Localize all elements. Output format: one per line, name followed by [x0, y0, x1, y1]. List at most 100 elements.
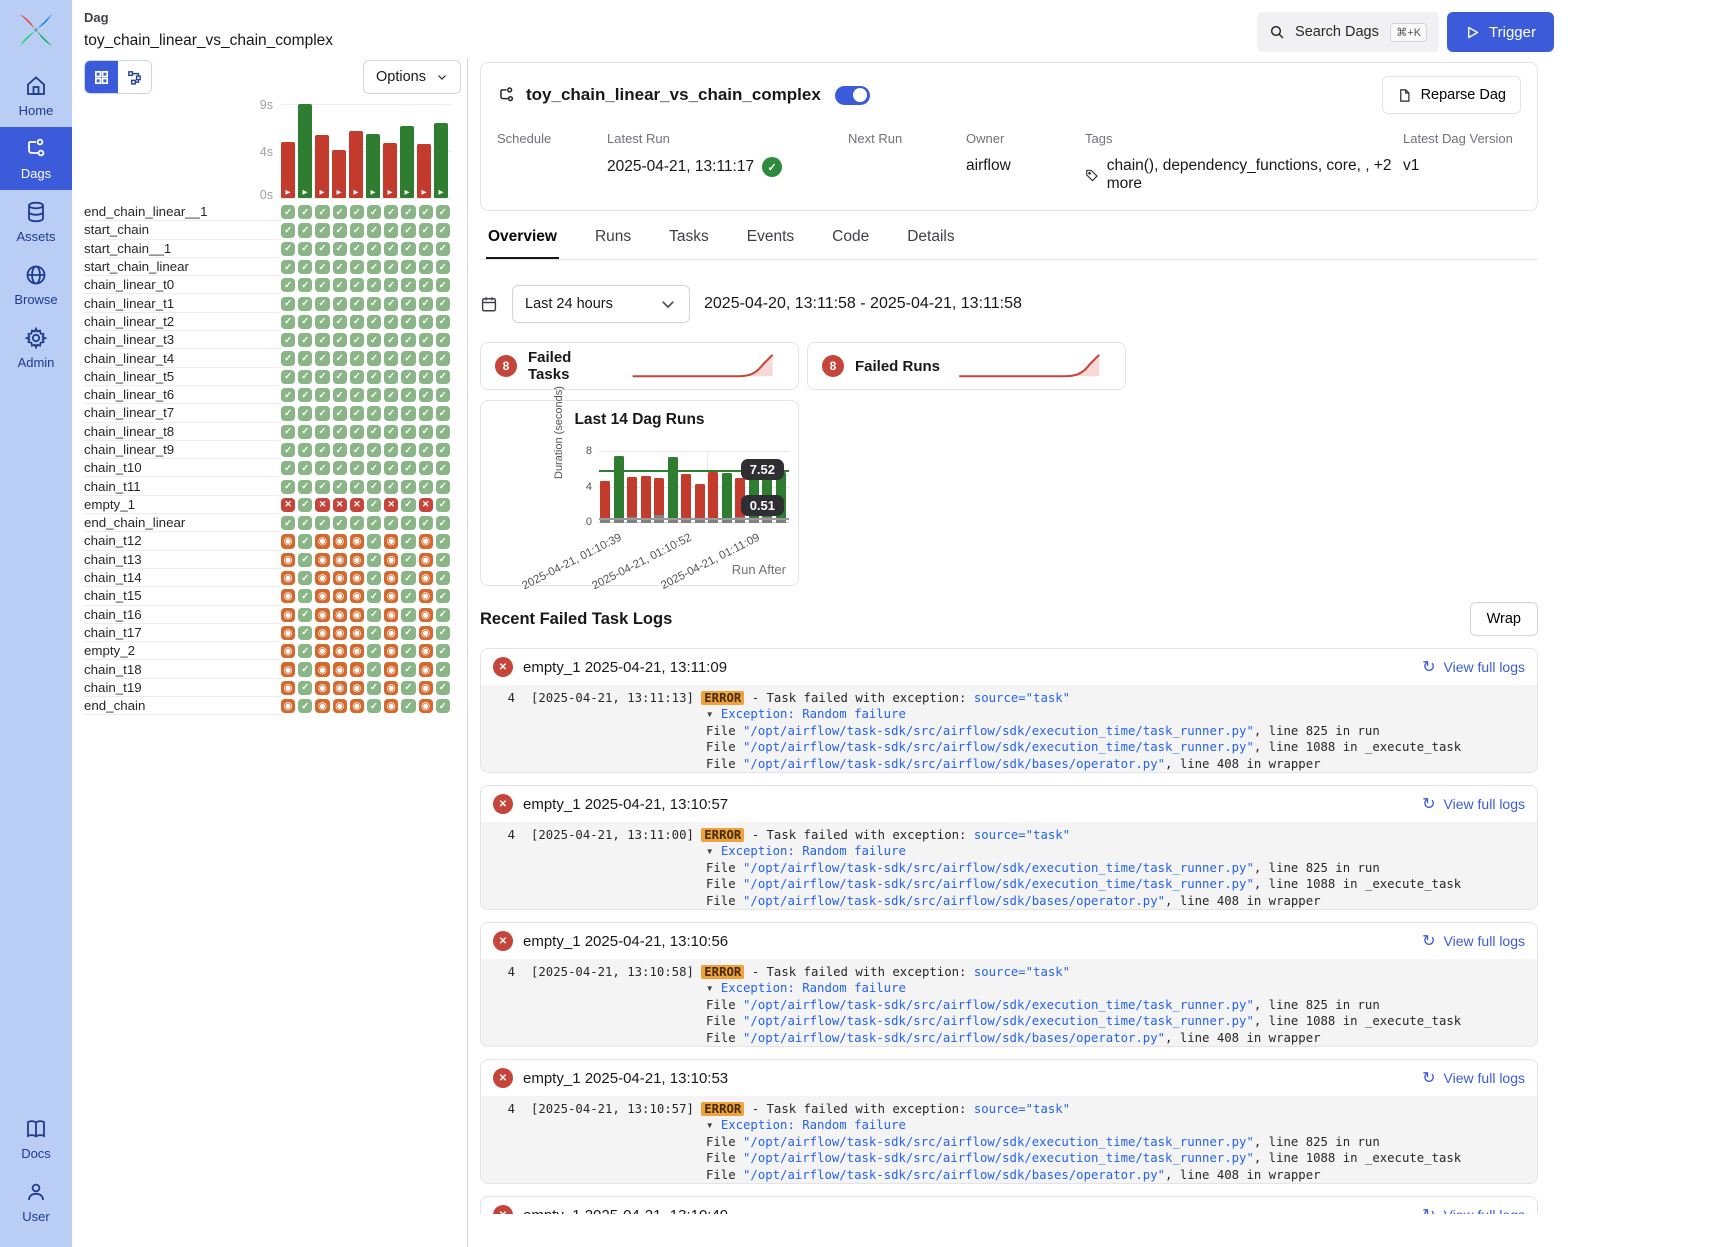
success-status-square[interactable]: ✓	[436, 223, 450, 237]
success-status-square[interactable]: ✓	[367, 278, 381, 292]
file-path-link[interactable]: "/opt/airflow/task-sdk/src/airflow/sdk/e…	[743, 877, 1254, 891]
success-status-square[interactable]: ✓	[367, 626, 381, 640]
success-status-square[interactable]: ✓	[384, 480, 398, 494]
success-status-square[interactable]: ✓	[384, 333, 398, 347]
success-status-square[interactable]: ✓	[350, 461, 364, 475]
task-name[interactable]: end_chain	[84, 697, 281, 715]
success-status-square[interactable]: ✓	[315, 443, 329, 457]
success-status-square[interactable]: ✓	[436, 662, 450, 676]
success-status-square[interactable]: ✓	[281, 370, 295, 384]
success-status-square[interactable]: ✓	[436, 315, 450, 329]
success-status-square[interactable]: ✓	[384, 315, 398, 329]
sidebar-item-home[interactable]: Home	[0, 64, 72, 127]
run-duration-bar[interactable]: ▶	[366, 134, 380, 198]
success-status-square[interactable]: ✓	[298, 589, 312, 603]
task-name[interactable]: chain_linear_t3	[84, 331, 281, 349]
success-status-square[interactable]: ✓	[419, 351, 433, 365]
task-name[interactable]: chain_linear_t8	[84, 423, 281, 441]
success-status-square[interactable]: ✓	[401, 498, 415, 512]
failed-runs-card[interactable]: 8 Failed Runs	[807, 342, 1126, 390]
sidebar-item-user[interactable]: User	[0, 1170, 72, 1233]
log-source-link[interactable]: source="task"	[974, 828, 1070, 842]
failed-status-square[interactable]: ✕	[350, 498, 364, 512]
tab-overview[interactable]: Overview	[486, 219, 559, 259]
success-status-square[interactable]: ✓	[401, 516, 415, 530]
success-status-square[interactable]: ✓	[367, 498, 381, 512]
success-status-square[interactable]: ✓	[384, 461, 398, 475]
success-status-square[interactable]: ✓	[315, 516, 329, 530]
success-status-square[interactable]: ✓	[350, 388, 364, 402]
success-status-square[interactable]: ✓	[401, 223, 415, 237]
success-status-square[interactable]: ✓	[298, 461, 312, 475]
success-status-square[interactable]: ✓	[333, 205, 347, 219]
upstream-failed-status-square[interactable]: ◉	[384, 626, 398, 640]
upstream-failed-status-square[interactable]: ◉	[333, 662, 347, 676]
success-status-square[interactable]: ✓	[436, 351, 450, 365]
dag-run-bar[interactable]	[614, 456, 624, 523]
success-status-square[interactable]: ✓	[298, 681, 312, 695]
success-status-square[interactable]: ✓	[401, 699, 415, 713]
sidebar-item-docs[interactable]: Docs	[0, 1107, 72, 1170]
success-status-square[interactable]: ✓	[333, 351, 347, 365]
success-status-square[interactable]: ✓	[436, 242, 450, 256]
upstream-failed-status-square[interactable]: ◉	[384, 534, 398, 548]
success-status-square[interactable]: ✓	[436, 608, 450, 622]
task-name[interactable]: chain_t12	[84, 532, 281, 550]
upstream-failed-status-square[interactable]: ◉	[350, 571, 364, 585]
sidebar-item-assets[interactable]: Assets	[0, 190, 72, 253]
success-status-square[interactable]: ✓	[367, 480, 381, 494]
upstream-failed-status-square[interactable]: ◉	[384, 608, 398, 622]
success-status-square[interactable]: ✓	[367, 297, 381, 311]
success-status-square[interactable]: ✓	[281, 461, 295, 475]
success-status-square[interactable]: ✓	[350, 516, 364, 530]
success-status-square[interactable]: ✓	[367, 553, 381, 567]
success-status-square[interactable]: ✓	[315, 351, 329, 365]
task-name[interactable]: end_chain_linear	[84, 514, 281, 532]
success-status-square[interactable]: ✓	[333, 315, 347, 329]
upstream-failed-status-square[interactable]: ◉	[281, 534, 295, 548]
upstream-failed-status-square[interactable]: ◉	[350, 699, 364, 713]
success-status-square[interactable]: ✓	[367, 260, 381, 274]
success-status-square[interactable]: ✓	[401, 589, 415, 603]
log-source-link[interactable]: source="task"	[974, 1102, 1070, 1116]
task-name[interactable]: chain_t14	[84, 569, 281, 587]
file-path-link[interactable]: "/opt/airflow/task-sdk/src/airflow/sdk/b…	[743, 757, 1165, 771]
log-source-link[interactable]: source="task"	[974, 691, 1070, 705]
upstream-failed-status-square[interactable]: ◉	[384, 553, 398, 567]
success-status-square[interactable]: ✓	[436, 534, 450, 548]
success-status-square[interactable]: ✓	[436, 699, 450, 713]
success-status-square[interactable]: ✓	[367, 242, 381, 256]
success-status-square[interactable]: ✓	[298, 699, 312, 713]
success-status-square[interactable]: ✓	[367, 351, 381, 365]
run-duration-bar[interactable]: ▶	[298, 104, 312, 198]
success-status-square[interactable]: ✓	[436, 461, 450, 475]
failed-status-square[interactable]: ✕	[384, 498, 398, 512]
success-status-square[interactable]: ✓	[298, 662, 312, 676]
file-path-link[interactable]: "/opt/airflow/task-sdk/src/airflow/sdk/e…	[743, 1014, 1254, 1028]
success-status-square[interactable]: ✓	[367, 205, 381, 219]
success-status-square[interactable]: ✓	[281, 351, 295, 365]
upstream-failed-status-square[interactable]: ◉	[419, 626, 433, 640]
success-status-square[interactable]: ✓	[436, 498, 450, 512]
upstream-failed-status-square[interactable]: ◉	[419, 534, 433, 548]
success-status-square[interactable]: ✓	[436, 516, 450, 530]
success-status-square[interactable]: ✓	[367, 662, 381, 676]
success-status-square[interactable]: ✓	[298, 498, 312, 512]
view-full-logs-link[interactable]: ↻ View full logs	[1422, 794, 1525, 814]
success-status-square[interactable]: ✓	[298, 480, 312, 494]
failed-status-square[interactable]: ✕	[333, 498, 347, 512]
success-status-square[interactable]: ✓	[367, 608, 381, 622]
options-dropdown[interactable]: Options	[363, 60, 461, 94]
upstream-failed-status-square[interactable]: ◉	[333, 608, 347, 622]
upstream-failed-status-square[interactable]: ◉	[350, 644, 364, 658]
success-status-square[interactable]: ✓	[350, 443, 364, 457]
upstream-failed-status-square[interactable]: ◉	[384, 662, 398, 676]
success-status-square[interactable]: ✓	[333, 443, 347, 457]
success-status-square[interactable]: ✓	[436, 443, 450, 457]
task-name[interactable]: chain_t18	[84, 660, 281, 678]
upstream-failed-status-square[interactable]: ◉	[350, 626, 364, 640]
upstream-failed-status-square[interactable]: ◉	[333, 534, 347, 548]
success-status-square[interactable]: ✓	[315, 315, 329, 329]
dag-run-bar[interactable]	[641, 476, 651, 523]
airflow-logo[interactable]	[16, 10, 56, 50]
